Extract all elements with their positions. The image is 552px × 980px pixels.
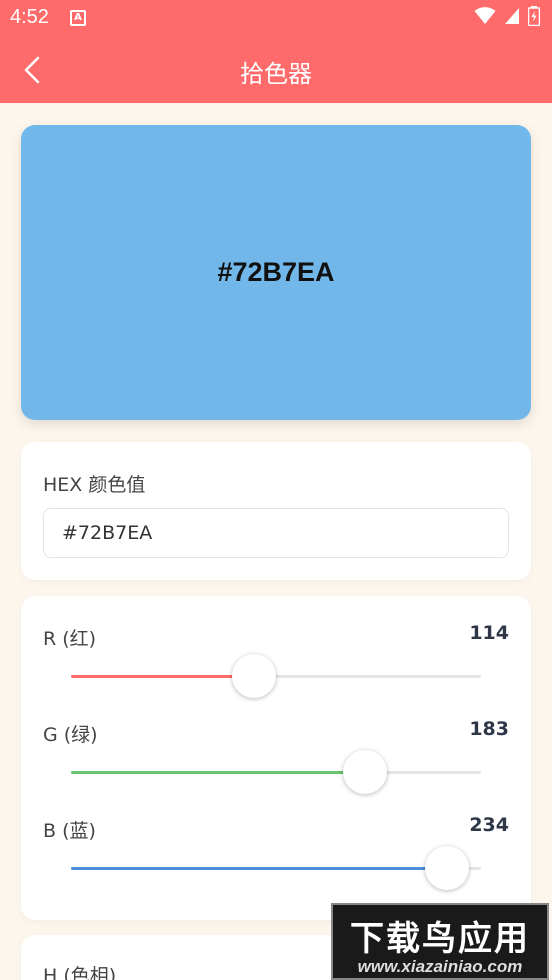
cell-signal-icon bbox=[505, 8, 519, 24]
blue-slider-track[interactable] bbox=[71, 846, 481, 890]
hue-label: H (色相) bbox=[43, 965, 117, 980]
red-label: R (红) bbox=[43, 628, 97, 650]
page-title: 拾色器 bbox=[240, 60, 312, 88]
blue-slider-row: B (蓝) 234 bbox=[21, 788, 531, 890]
preview-hex-text: #72B7EA bbox=[217, 257, 335, 287]
hex-card: HEX 颜色值 bbox=[21, 442, 531, 580]
color-preview: #72B7EA bbox=[21, 125, 531, 420]
rgb-card: R (红) 114 G (绿) 183 B (蓝) 234 bbox=[21, 596, 531, 920]
blue-slider-fill bbox=[71, 867, 448, 870]
blue-value: 234 bbox=[469, 814, 509, 836]
watermark-title: 下载鸟应用 bbox=[350, 919, 530, 959]
hex-input[interactable] bbox=[43, 508, 509, 558]
blue-label: B (蓝) bbox=[43, 820, 96, 842]
blue-slider-thumb[interactable] bbox=[425, 846, 470, 890]
red-slider-track[interactable] bbox=[71, 654, 481, 698]
status-bar: 4:52 A bbox=[0, 0, 552, 36]
app-bar: 拾色器 bbox=[0, 36, 552, 103]
status-icons bbox=[474, 6, 540, 26]
green-slider-track[interactable] bbox=[71, 750, 481, 794]
green-slider-row: G (绿) 183 bbox=[21, 692, 531, 794]
green-value: 183 bbox=[469, 718, 509, 740]
battery-icon bbox=[528, 6, 540, 26]
red-slider-fill bbox=[71, 675, 255, 678]
status-time: 4:52 bbox=[10, 6, 49, 28]
wifi-icon bbox=[474, 7, 496, 24]
app-notification-icon: A bbox=[70, 10, 86, 26]
hex-label: HEX 颜色值 bbox=[43, 474, 146, 496]
green-label: G (绿) bbox=[43, 724, 98, 746]
green-slider-fill bbox=[71, 771, 366, 774]
watermark-url: www.xiazainiao.com bbox=[357, 957, 523, 976]
red-value: 114 bbox=[469, 622, 509, 644]
watermark-logo: 下载鸟应用 www.xiazainiao.com bbox=[331, 903, 549, 980]
red-slider-row: R (红) 114 bbox=[21, 596, 531, 698]
